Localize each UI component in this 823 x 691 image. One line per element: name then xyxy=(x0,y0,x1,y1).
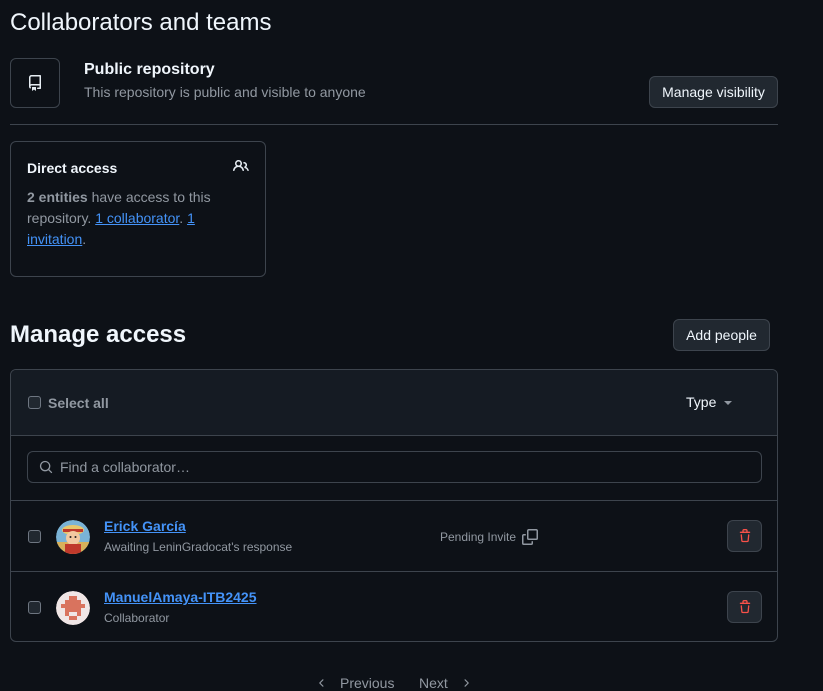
previous-label: Previous xyxy=(340,675,395,691)
search-input[interactable] xyxy=(60,452,750,482)
copy-icon[interactable] xyxy=(522,529,539,545)
repo-icon xyxy=(28,75,41,91)
type-filter-dropdown[interactable]: Type xyxy=(686,394,733,410)
summary-separator: . xyxy=(179,210,188,226)
repo-icon-box xyxy=(10,58,60,108)
repo-visibility-description: This repository is public and visible to… xyxy=(84,84,366,100)
direct-access-summary: 2 entities have access to this repositor… xyxy=(27,187,252,250)
pagination: Previous Next xyxy=(0,674,823,691)
page-title: Collaborators and teams xyxy=(10,9,272,36)
collaborator-role-text: Collaborator xyxy=(104,611,170,625)
remove-collaborator-button[interactable] xyxy=(727,591,762,623)
search-box[interactable] xyxy=(27,451,762,483)
manage-access-title: Manage access xyxy=(10,321,187,348)
row-checkbox[interactable] xyxy=(28,530,41,543)
add-people-button[interactable]: Add people xyxy=(673,319,770,351)
manage-visibility-button[interactable]: Manage visibility xyxy=(649,76,778,108)
collaborator-count-link[interactable]: 1 collaborator xyxy=(95,210,179,226)
pending-invite: Pending Invite xyxy=(440,529,539,545)
people-icon xyxy=(233,159,249,172)
collaborator-status-text: Awaiting LeninGradocat's response xyxy=(104,540,293,554)
row-checkbox[interactable] xyxy=(28,601,41,614)
collaborator-name-link[interactable]: Erick García xyxy=(104,518,186,534)
summary-end: . xyxy=(82,231,87,247)
remove-collaborator-button[interactable] xyxy=(727,520,762,552)
search-row xyxy=(11,436,777,501)
previous-page-button[interactable]: Previous xyxy=(316,675,394,691)
divider xyxy=(10,124,778,125)
trash-icon xyxy=(739,600,750,614)
type-filter-label: Type xyxy=(686,394,717,410)
avatar xyxy=(56,591,90,625)
avatar xyxy=(56,520,90,554)
direct-access-card: Direct access 2 entities have access to … xyxy=(10,141,266,277)
chevron-right-icon xyxy=(464,679,469,687)
table-row: ManuelAmaya-ITB2425 Collaborator xyxy=(11,572,777,641)
collaborators-page: Collaborators and teams Public repositor… xyxy=(0,0,823,691)
direct-access-title: Direct access xyxy=(27,160,118,176)
select-all-checkbox[interactable] xyxy=(28,396,41,409)
table-header: Select all Type xyxy=(11,370,777,436)
caret-down-icon xyxy=(724,401,733,405)
pending-invite-label: Pending Invite xyxy=(440,530,517,544)
trash-icon xyxy=(739,529,750,543)
search-icon xyxy=(39,460,53,474)
chevron-left-icon xyxy=(319,679,324,687)
next-label: Next xyxy=(419,675,448,691)
collaborator-table: Select all Type Find a collaborator… Eri… xyxy=(10,369,778,642)
table-row: Erick García Awaiting LeninGradocat's re… xyxy=(11,501,777,572)
repo-visibility-title: Public repository xyxy=(84,61,215,78)
select-all-label[interactable]: Select all xyxy=(48,395,109,411)
entities-count: 2 entities xyxy=(27,189,88,205)
collaborator-name-link[interactable]: ManuelAmaya-ITB2425 xyxy=(104,589,257,605)
next-page-button[interactable]: Next xyxy=(419,675,472,691)
